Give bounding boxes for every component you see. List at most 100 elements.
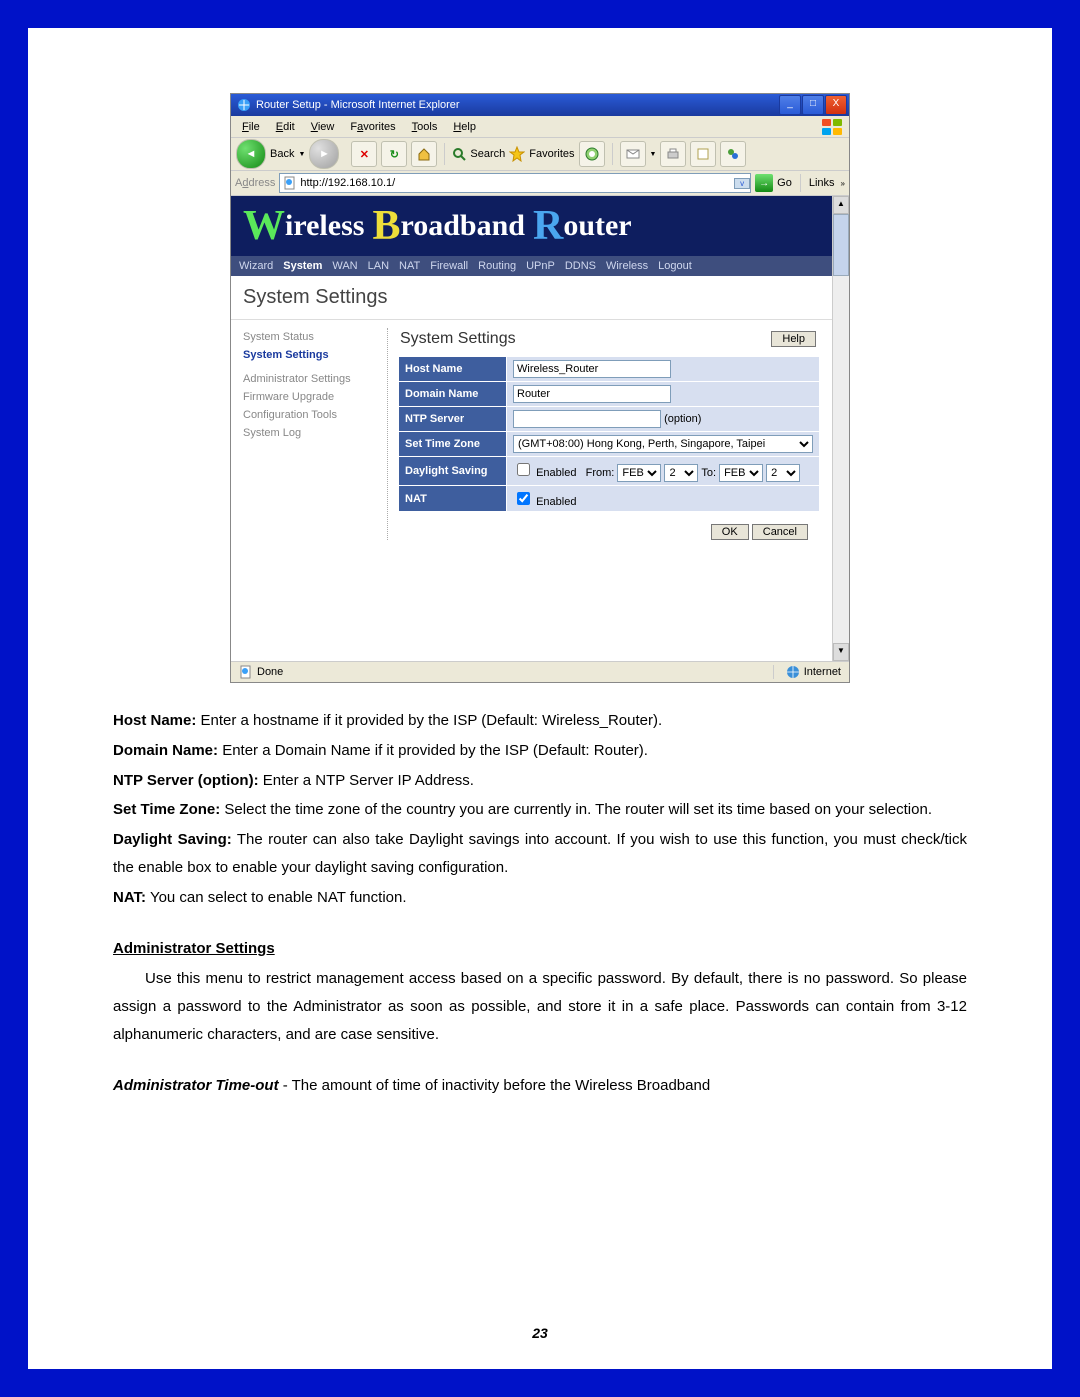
menu-file[interactable]: File (235, 119, 267, 135)
nav-nat[interactable]: NAT (399, 260, 420, 272)
content-area: Wireless Broadband Router Wizard System … (231, 196, 849, 661)
top-nav: Wizard System WAN LAN NAT Firewall Routi… (231, 256, 832, 276)
address-value: http://192.168.10.1/ (300, 177, 395, 189)
menu-edit[interactable]: Edit (269, 119, 302, 135)
statusbar: Done Internet (231, 661, 849, 682)
forward-button[interactable]: ► (309, 139, 339, 169)
banner-w: W (243, 202, 285, 250)
edit-button[interactable] (690, 141, 716, 167)
doc-ntp-b: NTP Server (option): (113, 772, 259, 789)
address-input[interactable]: http://192.168.10.1/ v (279, 173, 751, 193)
menu-tools[interactable]: Tools (405, 119, 445, 135)
ie-icon (237, 98, 251, 112)
doc-tz-b: Set Time Zone: (113, 801, 220, 818)
ie-window: Router Setup - Microsoft Internet Explor… (230, 93, 850, 683)
refresh-button[interactable]: ↻ (381, 141, 407, 167)
menubar: File Edit View Favorites Tools Help (231, 116, 849, 138)
ntp-label: NTP Server (399, 407, 507, 432)
maximize-button[interactable]: □ (802, 95, 824, 115)
sidenav-log[interactable]: System Log (243, 424, 383, 442)
daylight-from-day[interactable]: 2 (664, 464, 698, 482)
timezone-select[interactable]: (GMT+08:00) Hong Kong, Perth, Singapore,… (513, 435, 813, 453)
sidenav-firmware[interactable]: Firmware Upgrade (243, 388, 383, 406)
nav-ddns[interactable]: DDNS (565, 260, 596, 272)
stop-button[interactable]: ✕ (351, 141, 377, 167)
page-title: System Settings (231, 276, 832, 320)
minimize-button[interactable]: _ (779, 95, 801, 115)
nav-upnp[interactable]: UPnP (526, 260, 555, 272)
settings-panel: System Settings Help Host Name Domain Na… (398, 328, 820, 540)
window-title: Router Setup - Microsoft Internet Explor… (256, 99, 460, 111)
menu-favorites[interactable]: Favorites (343, 119, 402, 135)
nav-routing[interactable]: Routing (478, 260, 516, 272)
close-button[interactable]: X (825, 95, 847, 115)
domain-input[interactable] (513, 385, 671, 403)
ok-button[interactable]: OK (711, 524, 749, 540)
nav-wireless[interactable]: Wireless (606, 260, 648, 272)
internet-zone-icon (786, 665, 800, 679)
mail-chevron-icon[interactable]: ▼ (650, 151, 657, 158)
menu-view[interactable]: View (304, 119, 342, 135)
search-label[interactable]: Search (470, 148, 505, 160)
scroll-down-icon[interactable]: ▼ (833, 643, 849, 661)
nat-enabled-checkbox[interactable] (517, 492, 530, 505)
messenger-button[interactable] (720, 141, 746, 167)
doc-domain-b: Domain Name: (113, 742, 218, 759)
ntp-input[interactable] (513, 410, 661, 428)
banner: Wireless Broadband Router (231, 196, 832, 256)
settings-table: Host Name Domain Name NTP Server (398, 356, 820, 512)
address-label: Address (235, 177, 275, 189)
home-button[interactable] (411, 141, 437, 167)
done-icon (239, 665, 253, 679)
links-label[interactable]: Links (809, 177, 835, 189)
timezone-label: Set Time Zone (399, 432, 507, 457)
mail-button[interactable] (620, 141, 646, 167)
hostname-input[interactable] (513, 360, 671, 378)
daylight-enabled-checkbox[interactable] (517, 463, 530, 476)
sidenav-settings[interactable]: System Settings (243, 346, 383, 370)
cancel-button[interactable]: Cancel (752, 524, 808, 540)
nav-wizard[interactable]: Wizard (239, 260, 273, 272)
nav-wan[interactable]: WAN (332, 260, 357, 272)
menu-help[interactable]: Help (446, 119, 483, 135)
doc-ntp-t: Enter a NTP Server IP Address. (259, 772, 474, 789)
print-button[interactable] (660, 141, 686, 167)
banner-r: R (533, 202, 563, 250)
doc-admin-p: Use this menu to restrict management acc… (113, 965, 967, 1048)
back-chevron-icon[interactable]: ▼ (298, 151, 305, 158)
daylight-to-text: To: (701, 467, 716, 479)
doc-hostname-t: Enter a hostname if it provided by the I… (196, 712, 662, 729)
nav-logout[interactable]: Logout (658, 260, 692, 272)
address-dropdown-icon[interactable]: v (734, 178, 750, 189)
nav-system[interactable]: System (283, 260, 322, 272)
nav-lan[interactable]: LAN (368, 260, 389, 272)
address-bar: Address http://192.168.10.1/ v → Go Link… (231, 171, 849, 196)
daylight-to-month[interactable]: FEB (719, 464, 763, 482)
scroll-up-icon[interactable]: ▲ (833, 196, 849, 214)
side-nav: System Status System Settings Administra… (243, 328, 388, 540)
hostname-label: Host Name (399, 357, 507, 382)
daylight-enabled-text: Enabled (536, 467, 576, 479)
back-button[interactable]: ◄ (236, 139, 266, 169)
help-button[interactable]: Help (771, 331, 816, 347)
favorites-label[interactable]: Favorites (529, 148, 574, 160)
toolbar: ◄ Back ▼ ► ✕ ↻ Search Favorites ▼ (231, 138, 849, 171)
doc-tz-t: Select the time zone of the country you … (220, 801, 932, 818)
daylight-from-text: From: (586, 467, 615, 479)
scroll-thumb[interactable] (833, 214, 849, 276)
doc-nat-b: NAT: (113, 889, 146, 906)
go-button[interactable]: → (755, 174, 773, 192)
nav-firewall[interactable]: Firewall (430, 260, 468, 272)
titlebar: Router Setup - Microsoft Internet Explor… (231, 94, 849, 116)
sidenav-admin[interactable]: Administrator Settings (243, 370, 383, 388)
doc-timeout-t: - The amount of time of inactivity befor… (279, 1077, 711, 1094)
sidenav-status[interactable]: System Status (243, 328, 383, 346)
sidenav-config[interactable]: Configuration Tools (243, 406, 383, 424)
daylight-to-day[interactable]: 2 (766, 464, 800, 482)
windows-flag-icon (821, 118, 845, 136)
page-icon (283, 176, 297, 190)
links-chevron-icon[interactable]: » (841, 179, 845, 188)
daylight-from-month[interactable]: FEB (617, 464, 661, 482)
history-button[interactable] (579, 141, 605, 167)
vertical-scrollbar[interactable]: ▲ ▼ (832, 196, 849, 661)
